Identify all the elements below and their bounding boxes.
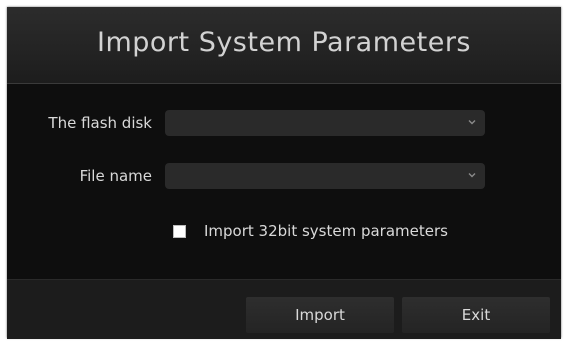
file-name-select[interactable] (165, 163, 485, 189)
chevron-down-icon (468, 173, 476, 178)
flash-disk-select[interactable] (165, 110, 485, 136)
import-system-parameters-dialog: Import System Parameters The flash disk … (7, 7, 561, 339)
import-32bit-checkbox[interactable] (173, 225, 186, 238)
button-bar: Import Exit (7, 279, 561, 339)
title-bar: Import System Parameters (7, 7, 561, 84)
import-32bit-label: Import 32bit system parameters (204, 222, 448, 240)
flash-disk-label: The flash disk (48, 114, 152, 132)
exit-button[interactable]: Exit (402, 297, 550, 333)
chevron-down-icon (468, 120, 476, 125)
file-name-label: File name (79, 167, 152, 185)
dialog-title: Import System Parameters (97, 27, 471, 58)
import-button[interactable]: Import (246, 297, 394, 333)
